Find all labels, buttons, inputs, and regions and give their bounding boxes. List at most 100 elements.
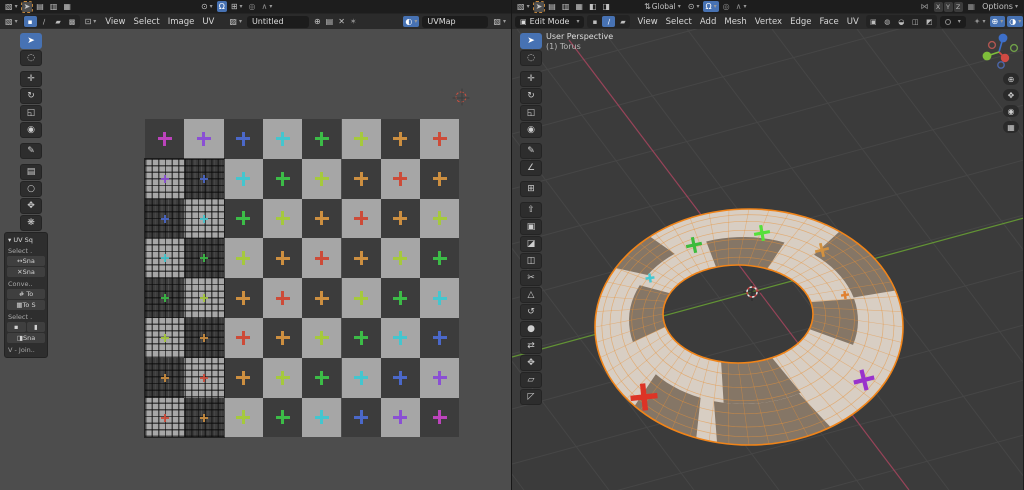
menu-image[interactable]: Image [164,17,199,27]
tweak-option-icon[interactable]: ◨ [601,1,613,12]
snap-magnet-icon[interactable]: Ω [217,1,227,12]
editor-type-uv-icon[interactable]: ▧▾ [3,16,20,27]
mode-dropdown[interactable]: ▣ Edit Mode ▾ [515,16,584,28]
select-vertex-mode-icon[interactable]: ▪ [588,16,601,27]
select-edge-mode-icon[interactable]: ∕ [602,16,615,27]
image-options-icon[interactable]: ▧▾ [491,16,508,27]
menu-view[interactable]: View [633,17,661,27]
panel-button[interactable]: ▪ [7,322,26,332]
visibility-dropdown-icon[interactable]: ✦▾ [972,16,988,27]
menu-edge[interactable]: Edge [786,17,815,27]
xray-toggle-icon[interactable]: ▣ [867,16,880,27]
scale-tool[interactable]: ◱ [520,105,542,121]
uv-squares-panel-title[interactable]: ▾ UV Sq [8,236,45,244]
select-box-tool[interactable]: ➤ [20,33,42,49]
menu-select[interactable]: Select [662,17,696,27]
mirror-butterfly-icon[interactable]: ⋈ [919,1,931,12]
knife-tool[interactable]: ✂ [520,270,542,286]
bevel-tool[interactable]: ◪ [520,236,542,252]
menu-view[interactable]: View [101,17,129,27]
tweak-option-icon[interactable]: ▦ [573,1,585,12]
uv-2d-cursor[interactable] [456,92,467,103]
pivot-point-icon[interactable]: ⊙▾ [686,1,702,12]
falloff-curve-icon[interactable]: ∧▾ [260,1,275,12]
uv-map-field[interactable]: UVMap [422,16,488,28]
move-tool[interactable]: ✛ [20,71,42,87]
spin-tool[interactable]: ↺ [520,304,542,320]
snap-preset-icon[interactable]: ▥ [48,1,60,12]
toggle-ortho-icon[interactable]: ▦ [1003,121,1019,133]
proportional-connected-icon[interactable]: ◍ [881,16,894,27]
transform-orientation-icon[interactable]: ⇅Global▾ [642,1,683,12]
move-tool[interactable]: ✛ [520,71,542,87]
mesh-analysis-icon[interactable]: ◩ [923,16,936,27]
rotate-tool[interactable]: ↻ [20,88,42,104]
shrink-fatten-tool[interactable]: ✥ [520,355,542,371]
edge-slide-tool[interactable]: ⇄ [520,338,542,354]
mirror-axis-x[interactable]: X [934,2,943,12]
measure-tool[interactable]: ∠ [520,160,542,176]
uv-sculpt-circle-tool[interactable]: ○ [20,181,42,197]
pin-icon[interactable]: ✶ [348,16,359,27]
falloff-curve-icon[interactable]: ∧▾ [734,1,749,12]
rotate-tool[interactable]: ↻ [520,88,542,104]
active-tool-select-icon[interactable]: ➤ [22,2,33,12]
loop-cut-tool[interactable]: ◫ [520,253,542,269]
panel-button[interactable]: # To [7,289,45,299]
unlink-image-icon[interactable]: ✕ [336,16,347,27]
uv-select-edge-icon[interactable]: ∕ [38,16,51,27]
gizmo-dropdown-icon[interactable]: ⊕▾ [990,16,1006,27]
editor-type-3d-icon[interactable]: ▧▾ [515,1,532,12]
proportional-editing-icon[interactable]: ◎ [247,1,258,12]
uv-island-mesh[interactable] [145,159,224,438]
transform-tool[interactable]: ◉ [20,122,42,138]
viewport-canvas[interactable]: ➤◌✛↻◱◉✎∠⊞⇧▣◪◫✂△↺●⇄✥▱◸ User Perspective (… [512,29,1023,490]
menu-select[interactable]: Select [129,17,163,27]
snap-grid-icon[interactable]: ▦ [966,1,978,12]
uv-select-island-icon[interactable]: ▩ [66,16,79,27]
options-dropdown[interactable]: Options▾ [980,1,1020,12]
panel-button[interactable]: ✕Sna [7,267,45,277]
sticky-selection-icon[interactable]: ⊡▾ [83,16,99,27]
transform-tool[interactable]: ◉ [520,122,542,138]
cursor-tool[interactable]: ◌ [20,50,42,66]
pivot-preset-icon[interactable]: ▤ [34,1,46,12]
menu-face[interactable]: Face [815,17,842,27]
pan-hand-icon[interactable]: ✥ [1003,89,1019,101]
tweak-option-icon[interactable]: ◧ [587,1,599,12]
mirror-axis-z[interactable]: Z [954,2,963,12]
viewport-scene[interactable] [512,29,1023,490]
annotate-tool[interactable]: ✎ [20,143,42,159]
camera-view-icon[interactable]: ◉ [1003,105,1019,117]
tweak-option-icon[interactable]: ▤ [546,1,558,12]
select-box-tool[interactable]: ➤ [520,33,542,49]
editor-type-image-icon[interactable]: ▧▾ [3,1,20,12]
annotate-tool[interactable]: ✎ [520,143,542,159]
add-cube-tool[interactable]: ⊞ [520,181,542,197]
tweak-option-icon[interactable]: ▥ [560,1,572,12]
navigation-gizmo[interactable] [979,31,1021,71]
inset-faces-tool[interactable]: ▣ [520,219,542,235]
shear-tool[interactable]: ▱ [520,372,542,388]
panel-button[interactable]: ↔Sna [7,256,45,266]
pivot-point-icon[interactable]: ⊙▾ [199,1,215,12]
smooth-tool[interactable]: ● [520,321,542,337]
overlay-preset-icon[interactable]: ▦ [61,1,73,12]
proportional-editing-icon[interactable]: ◎ [721,1,732,12]
live-unwrap-icon[interactable]: ◫ [909,16,922,27]
menu-uv[interactable]: UV [198,17,218,27]
browse-image-icon[interactable]: ▨▾ [227,16,244,27]
panel-button[interactable]: ◨Sna [7,333,45,343]
uv-canvas[interactable]: ➤◌✛↻◱◉✎▤○✥❋ ▾ UV Sq Select .↔Sna✕SnaConv… [0,29,511,490]
open-image-icon[interactable]: ▤ [324,16,336,27]
panel-button[interactable]: ▮ [27,322,46,332]
menu-uv[interactable]: UV [843,17,863,27]
extrude-region-tool[interactable]: ⇧ [520,202,542,218]
poly-build-tool[interactable]: △ [520,287,542,303]
active-tool-select-icon[interactable]: ➤ [534,2,545,12]
menu-add[interactable]: Add [696,17,720,27]
header-search-field[interactable]: ▾ [940,16,966,28]
uv-sculpt-box-tool[interactable]: ▤ [20,164,42,180]
cursor-tool[interactable]: ◌ [520,50,542,66]
zoom-icon[interactable]: ⊕ [1003,73,1019,85]
